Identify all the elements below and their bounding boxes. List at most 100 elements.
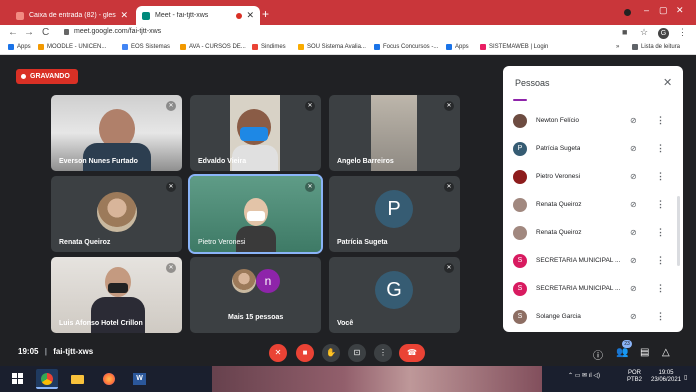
apps-grid-icon <box>446 44 452 50</box>
scrollbar[interactable] <box>677 196 680 266</box>
star-icon[interactable]: ☆ <box>640 27 648 38</box>
participant-name: SECRETARIA MUNICIPAL ... <box>536 257 621 264</box>
mic-off-icon: ✕ <box>305 101 315 111</box>
word-icon[interactable]: W <box>128 369 150 389</box>
participant-tile[interactable]: ✕ Luis Afonso Hotel Crillon <box>51 257 182 333</box>
participant-row[interactable]: S SECRETARIA MUNICIPAL ... ⊘ ⋮ <box>503 276 683 304</box>
bookmark-apps-2[interactable]: Apps <box>446 44 469 50</box>
bookmark-ava[interactable]: AVA - CURSOS DE... <box>180 44 246 50</box>
back-button[interactable]: ← <box>8 27 18 38</box>
language-indicator[interactable]: POR PTB2 <box>627 370 642 384</box>
windows-start-icon[interactable] <box>12 373 24 385</box>
more-options-icon[interactable]: ⋮ <box>656 255 665 266</box>
minimize-button[interactable]: – <box>644 5 649 15</box>
meeting-time: 19:05 <box>18 347 39 356</box>
bookmark-moodle[interactable]: MOODLE - UNICEN... <box>38 44 106 50</box>
chat-icon[interactable]: ▤ <box>640 347 649 358</box>
end-call-button[interactable]: ☎ <box>399 344 425 362</box>
bookmarks-more-button[interactable]: » <box>616 44 619 50</box>
new-tab-button[interactable]: + <box>262 7 269 21</box>
more-options-icon[interactable]: ⋮ <box>656 171 665 182</box>
bookmarks-bar: Apps MOODLE - UNICEN... EOS Sistemas AVA… <box>0 42 696 55</box>
mic-toggle-button[interactable]: ✕ <box>269 344 287 362</box>
folder-icon <box>38 44 44 50</box>
bookmark-label: AVA - CURSOS DE... <box>189 44 246 50</box>
bookmark-eos[interactable]: EOS Sistemas <box>122 44 170 50</box>
notifications-icon[interactable]: ▯ <box>684 374 687 381</box>
mic-off-icon: ✕ <box>166 101 176 111</box>
chrome-taskbar-icon[interactable] <box>36 369 58 389</box>
raise-hand-button[interactable]: ✋ <box>322 344 340 362</box>
bookmark-icon <box>298 44 304 50</box>
more-options-icon[interactable]: ⋮ <box>656 283 665 294</box>
address-bar[interactable]: meet.google.com/fai-tjtt-xws <box>64 28 161 35</box>
present-button[interactable]: ⊡ <box>348 344 366 362</box>
profile-photo <box>97 192 137 232</box>
clock-date: 23/06/2021 <box>651 377 682 383</box>
forward-button[interactable]: → <box>24 27 34 38</box>
participant-row[interactable]: Pietro Veronesi ⊘ ⋮ <box>503 164 683 192</box>
tray-icons[interactable]: ⌃ ▭ ✉ ıl ◁) <box>568 372 600 379</box>
file-explorer-icon[interactable] <box>66 369 88 389</box>
mic-off-icon: ✕ <box>444 101 454 111</box>
browser-tab-strip: Caixa de entrada (82) - glessamot ✕ Meet… <box>0 0 696 25</box>
maximize-button[interactable]: ▢ <box>659 5 668 16</box>
mic-off-icon: ⊘ <box>630 144 637 153</box>
activities-icon[interactable]: △ <box>662 347 670 358</box>
mic-off-icon: ⊘ <box>630 284 637 293</box>
bookmark-sistemaweb[interactable]: SISTEMAWEB | Login <box>480 44 548 50</box>
camera-in-use-icon[interactable]: ■ <box>622 27 627 37</box>
participant-row[interactable]: P Patrícia Sugeta ⊘ ⋮ <box>503 136 683 164</box>
face-mask <box>240 127 268 141</box>
participant-row[interactable]: Renata Queiroz ⊘ ⋮ <box>503 192 683 220</box>
close-icon[interactable]: ✕ <box>120 10 128 21</box>
participant-avatar <box>513 170 527 184</box>
participant-tile[interactable]: ✕ Everson Nunes Furtado <box>51 95 182 171</box>
clock[interactable]: 19:05 23/06/2021 <box>651 370 681 384</box>
more-options-icon[interactable]: ⋮ <box>656 115 665 126</box>
participant-tile[interactable]: ✕ Edvaldo Vieira <box>190 95 321 171</box>
reading-list[interactable]: Lista de leitura <box>632 44 680 50</box>
participant-name: Edvaldo Vieira <box>198 158 247 165</box>
participant-row[interactable]: S Solange Garcia ⊘ ⋮ <box>503 304 683 332</box>
participant-name: Patrícia Sugeta <box>536 145 581 152</box>
tab-meet[interactable]: Meet - fai-tjtt-xws ✕ <box>136 6 260 25</box>
participant-name: Pietro Veronesi <box>198 239 246 246</box>
more-options-icon[interactable]: ⋮ <box>656 199 665 210</box>
bookmark-sindimes[interactable]: Sindimes <box>252 44 286 50</box>
more-options-icon[interactable]: ⋮ <box>656 311 665 322</box>
reload-button[interactable]: C <box>42 27 49 38</box>
participant-tile[interactable]: ✕ Renata Queiroz <box>51 176 182 252</box>
participant-name: Newton Felício <box>536 117 579 124</box>
tab-inbox[interactable]: Caixa de entrada (82) - glessamot ✕ <box>10 6 134 25</box>
menu-icon[interactable]: ⋮ <box>678 27 687 38</box>
more-options-button[interactable]: ⋮ <box>374 344 392 362</box>
participant-avatar: P <box>375 190 413 228</box>
more-participants-tile[interactable]: n Mais 15 pessoas <box>190 257 321 333</box>
self-tile[interactable]: G ✕ Você <box>329 257 460 333</box>
meeting-details-icon[interactable]: ⓘ <box>593 347 603 362</box>
participant-row[interactable]: Newton Felício ⊘ ⋮ <box>503 108 683 136</box>
close-panel-button[interactable]: ✕ <box>663 76 672 89</box>
bookmark-icon <box>374 44 380 50</box>
more-options-icon[interactable]: ⋮ <box>656 143 665 154</box>
bookmark-apps[interactable]: Apps <box>8 44 31 50</box>
firefox-icon[interactable] <box>98 369 120 389</box>
more-options-icon[interactable]: ⋮ <box>656 227 665 238</box>
people-icon[interactable]: 👥 <box>616 347 628 358</box>
mic-off-icon: ✕ <box>166 182 176 192</box>
bookmark-focus[interactable]: Focus Concursos -... <box>374 44 438 50</box>
profile-avatar[interactable]: G <box>658 28 669 39</box>
camera-toggle-button[interactable]: ■ <box>296 344 314 362</box>
participant-row[interactable]: S SECRETARIA MUNICIPAL ... ⊘ ⋮ <box>503 248 683 276</box>
tab-search-icon[interactable] <box>624 9 631 16</box>
bookmark-sou[interactable]: SOU Sistema Avalia... <box>298 44 366 50</box>
participant-tile[interactable]: ✕ Angelo Barreiros <box>329 95 460 171</box>
participant-avatar <box>513 114 527 128</box>
mic-off-icon: ✕ <box>305 182 315 192</box>
close-window-button[interactable]: ✕ <box>676 5 684 16</box>
participant-row[interactable]: Renata Queiroz ⊘ ⋮ <box>503 220 683 248</box>
close-icon[interactable]: ✕ <box>246 10 254 21</box>
participant-tile-active[interactable]: ✕ Pietro Veronesi <box>188 174 323 254</box>
participant-tile[interactable]: P ✕ Patrícia Sugeta <box>329 176 460 252</box>
